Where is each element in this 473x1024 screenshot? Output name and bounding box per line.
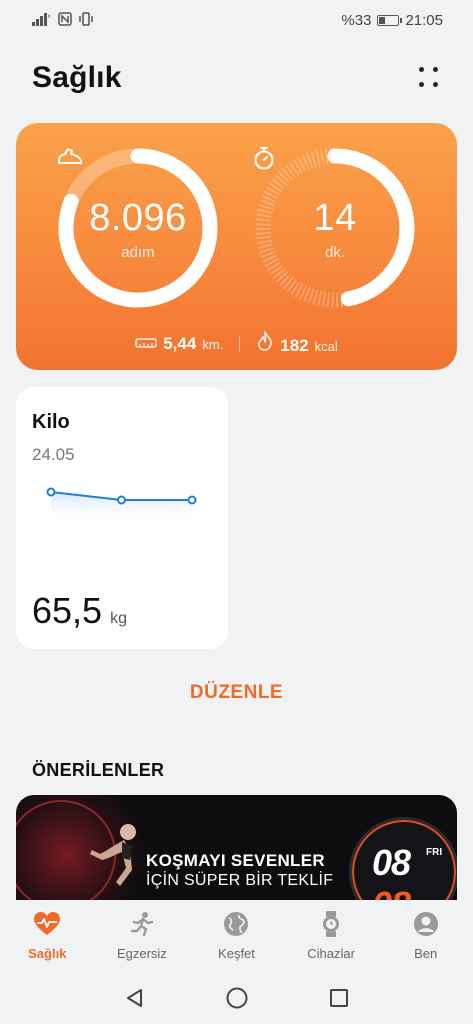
distance-value: 5,44	[163, 333, 197, 353]
steps-center: 8.096 adım	[56, 146, 220, 310]
distance-stat: 5,44 km.	[135, 334, 223, 354]
activity-stats: 5,44 km. 182 kcal	[16, 331, 457, 356]
system-nav-bar	[0, 972, 473, 1024]
calories-unit: kcal	[314, 339, 338, 354]
nav-item-devices[interactable]: Cihazlar	[284, 900, 379, 972]
recommended-title: ÖNERİLENLER	[32, 760, 165, 780]
duration-ring[interactable]: 14 dk.	[253, 146, 417, 310]
weight-unit: kg	[110, 610, 127, 627]
status-right: %33 21:05	[341, 12, 443, 29]
promo-banner[interactable]: KOŞMAYI SEVENLER İÇİN SÜPER BİR TEKLİF 0…	[16, 795, 457, 900]
weight-value: 65,5	[32, 590, 103, 631]
calories-value: 182	[280, 336, 309, 355]
page-title: Sağlık	[32, 61, 122, 94]
app-screen: x %33 21:05 Sağlık 8.096 adım 14 dk. 5,4…	[0, 0, 473, 1024]
banner-subline: İÇİN SÜPER BİR TEKLİF	[146, 872, 334, 889]
dot	[419, 67, 424, 72]
watch-icon	[317, 910, 345, 938]
home-icon[interactable]	[225, 986, 249, 1010]
watch-image: 0808 FRI	[349, 817, 457, 900]
duration-center: 14 dk.	[253, 146, 417, 310]
nav-label: Cihazlar	[307, 946, 355, 961]
weight-trend-chart	[46, 487, 197, 522]
weight-date: 24.05	[32, 445, 75, 464]
banner-headline: KOŞMAYI SEVENLER	[146, 851, 325, 870]
nav-label: Sağlık	[28, 946, 67, 961]
weight-card[interactable]: Kilo 24.05 65,5 kg	[16, 387, 228, 649]
nav-item-exercise[interactable]: Egzersiz	[95, 900, 190, 972]
distance-unit: km.	[202, 336, 224, 352]
duration-value: 14	[313, 196, 357, 239]
nav-label: Keşfet	[218, 946, 255, 961]
weight-point	[117, 495, 126, 505]
battery-icon	[377, 14, 403, 26]
duration-unit: dk.	[324, 244, 345, 262]
profile-icon	[412, 910, 440, 938]
globe-icon	[222, 910, 250, 938]
runner-figure	[90, 824, 136, 886]
nav-label: Egzersiz	[116, 946, 167, 961]
weight-point	[46, 487, 56, 497]
nav-item-me[interactable]: Ben	[378, 900, 473, 972]
more-dots-icon[interactable]	[419, 67, 441, 89]
vibrate-icon	[78, 11, 94, 29]
battery-percent: %33	[341, 11, 372, 29]
ruler-icon	[135, 336, 157, 353]
watch-minute: 08	[372, 884, 411, 900]
activity-card[interactable]: 8.096 adım 14 dk. 5,44 km. 182 kcal	[16, 123, 457, 370]
watch-hour: 08	[372, 842, 411, 883]
flame-icon	[256, 331, 274, 355]
steps-ring[interactable]: 8.096 adım	[56, 146, 220, 310]
signal-icon: x	[32, 12, 52, 29]
steps-value: 8.096	[89, 196, 187, 239]
bottom-nav: Sağlık Egzersiz Keşfet Cihazlar Ben	[0, 900, 473, 972]
dot	[433, 67, 438, 72]
svg-text:x: x	[48, 14, 51, 20]
dot	[433, 82, 438, 87]
nav-item-discover[interactable]: Keşfet	[189, 900, 284, 972]
edit-button[interactable]: DÜZENLE	[0, 682, 473, 704]
heart-pulse-icon	[33, 910, 61, 938]
nav-item-health[interactable]: Sağlık	[0, 900, 95, 972]
recents-icon[interactable]	[327, 986, 351, 1010]
calories-stat: 182 kcal	[256, 331, 338, 356]
stat-divider	[239, 335, 241, 352]
clock: 21:05	[405, 11, 443, 29]
header: Sağlık	[32, 56, 441, 100]
running-icon	[128, 910, 156, 938]
nav-label: Ben	[414, 946, 438, 961]
dot	[419, 82, 424, 87]
status-left: x	[32, 11, 94, 29]
weight-title: Kilo	[32, 411, 70, 433]
back-icon[interactable]	[123, 986, 147, 1010]
watch-day: FRI	[426, 847, 443, 858]
watch-time: 0808	[372, 842, 411, 900]
weight-value-row: 65,5 kg	[32, 590, 127, 632]
steps-unit: adım	[121, 244, 155, 262]
status-bar: x %33 21:05	[0, 0, 473, 40]
weight-point	[187, 495, 197, 505]
nfc-icon	[58, 11, 72, 29]
